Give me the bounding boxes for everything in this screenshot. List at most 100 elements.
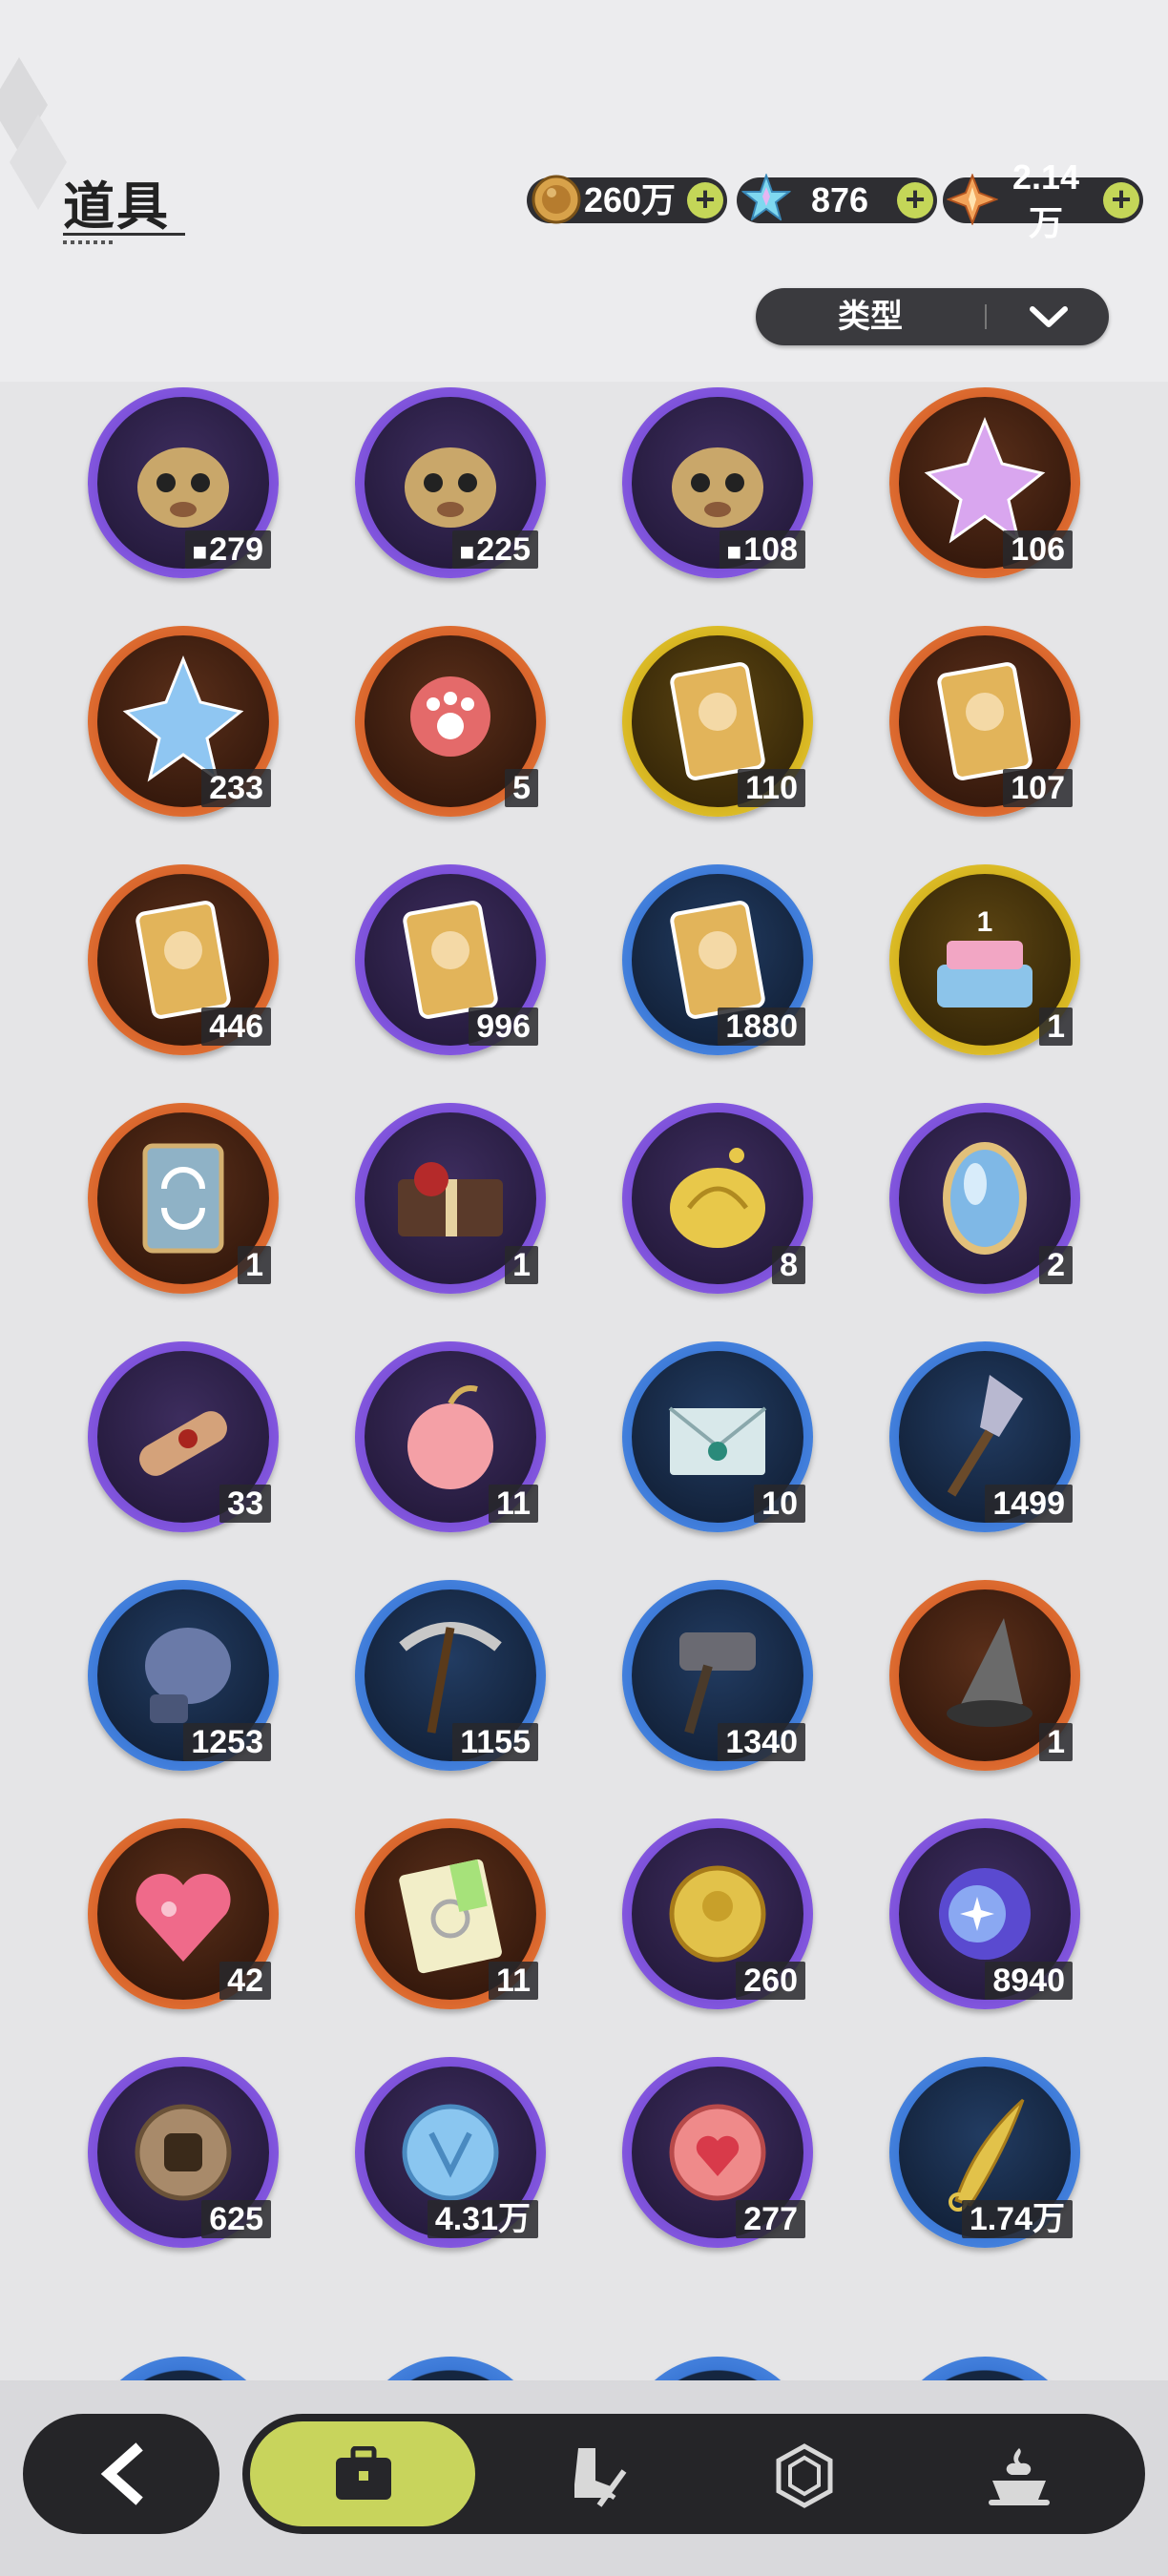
currency-crystal-value: 876: [810, 180, 869, 219]
item-count: 233: [201, 769, 271, 807]
item-count: 446: [201, 1008, 271, 1046]
page-title: 道具: [63, 178, 170, 236]
item-count: 110: [738, 769, 805, 807]
item-count: 33: [219, 1485, 271, 1523]
item-slot-golden-shell[interactable]: 8: [622, 1103, 813, 1294]
add-crystal-button[interactable]: +: [897, 182, 933, 218]
item-slot-heart-gem[interactable]: 42: [88, 1818, 279, 2009]
page-header: 道具 260万 + 876 + 2.14万 + 类型: [0, 0, 1168, 382]
item-count: 11: [489, 1485, 538, 1523]
item-slot-bear-eyepatch-doll-fragment[interactable]: ■225: [355, 387, 546, 578]
item-slot-glove[interactable]: 1253: [88, 1580, 279, 1771]
item-count: 1340: [718, 1723, 805, 1761]
item-slot-fist-coin[interactable]: 625: [88, 2057, 279, 2248]
item-count: 5: [505, 769, 538, 807]
svg-text:1: 1: [977, 906, 993, 938]
item-count-value: 108: [743, 531, 798, 568]
filter-separator: [985, 304, 987, 329]
item-slot-hammer[interactable]: 1340: [622, 1580, 813, 1771]
tab-equipment[interactable]: [477, 2421, 702, 2526]
item-slot-next-row[interactable]: [622, 2357, 813, 2380]
item-count: 4.31万: [427, 2200, 538, 2238]
item-count: 1: [238, 1246, 271, 1284]
item-count: 10: [754, 1485, 805, 1523]
item-count-value: 225: [476, 531, 531, 568]
item-count: 106: [1003, 530, 1073, 569]
tab-materials[interactable]: [912, 2421, 1137, 2526]
rarity-ring: [88, 2357, 279, 2380]
currency-star-gem: 2.14万 +: [943, 157, 1143, 242]
item-slot-blue-crystal-star[interactable]: 233: [88, 626, 279, 817]
item-slot-rainbow-character-card[interactable]: 107: [889, 626, 1080, 817]
back-arrow-icon: [100, 2442, 143, 2505]
item-slot-magic-mirror[interactable]: 2: [889, 1103, 1080, 1294]
tab-items[interactable]: [250, 2421, 475, 2526]
title-dots: [63, 240, 115, 244]
hexagon-gem-icon: [776, 2443, 833, 2508]
item-slot-gold-character-card[interactable]: 110: [622, 626, 813, 817]
item-slot-rainbow-ticket[interactable]: 11: [355, 1818, 546, 2009]
puzzle-piece-icon: ■: [459, 537, 475, 566]
currency-star-gem-value: 2.14万: [1012, 157, 1080, 242]
rarity-ring: [355, 2357, 546, 2380]
star-gem-icon: [947, 174, 998, 225]
item-slot-pink-apple[interactable]: 11: [355, 1341, 546, 1532]
item-slot-red-heart-coin[interactable]: 277: [622, 2057, 813, 2248]
rarity-ring: [622, 2357, 813, 2380]
item-slot-gold-football-coin[interactable]: 260: [622, 1818, 813, 2009]
back-button[interactable]: [23, 2414, 219, 2534]
item-slot-birthday-cake[interactable]: 11: [889, 864, 1080, 1055]
item-count: ■225: [451, 530, 538, 569]
item-slot-moon-star-orb[interactable]: 8940: [889, 1818, 1080, 2009]
item-count: 1: [505, 1246, 538, 1284]
item-count: 1155: [452, 1723, 538, 1761]
item-slot-blue-character-card[interactable]: 1880: [622, 864, 813, 1055]
item-slot-drill[interactable]: 1: [889, 1580, 1080, 1771]
crystal-icon: [740, 174, 792, 222]
item-count: 1253: [183, 1723, 271, 1761]
cream-dessert-icon: [989, 2448, 1050, 2505]
item-count: 2: [1039, 1246, 1073, 1284]
item-slot-golden-blade[interactable]: 1.74万: [889, 2057, 1080, 2248]
item-slot-scroll[interactable]: 33: [88, 1341, 279, 1532]
item-count-value: 279: [209, 531, 263, 568]
item-slot-pink-crystal-star[interactable]: 106: [889, 387, 1080, 578]
item-slot-blue-emblem-coin[interactable]: 4.31万: [355, 2057, 546, 2248]
item-count: 8940: [985, 1962, 1073, 2000]
add-gold-button[interactable]: +: [687, 182, 723, 218]
item-count: 1: [1039, 1008, 1073, 1046]
item-count: 1: [1039, 1723, 1073, 1761]
type-filter-label: 类型: [838, 299, 903, 335]
item-slot-gift-box[interactable]: 1: [355, 1103, 546, 1294]
item-count: 625: [201, 2200, 271, 2238]
item-slot-next-row[interactable]: [889, 2357, 1080, 2380]
add-star-gem-button[interactable]: +: [1103, 182, 1139, 218]
currency-crystal: 876 +: [737, 174, 937, 223]
puzzle-piece-icon: ■: [192, 537, 208, 566]
item-grid: ■279 ■225 ■108 106 233 5 110 107 446 996 1880 1 1 1 1 8…: [0, 382, 1168, 2380]
item-slot-next-row[interactable]: [355, 2357, 546, 2380]
item-slot-green-bow-doll-fragment[interactable]: ■279: [88, 387, 279, 578]
tab-gems[interactable]: [687, 2421, 912, 2526]
item-slot-paw-pendant[interactable]: 5: [355, 626, 546, 817]
item-slot-next-row[interactable]: [88, 2357, 279, 2380]
item-count: 107: [1003, 769, 1073, 807]
currency-gold-value: 260万: [583, 180, 677, 219]
item-count: 11: [489, 1962, 538, 2000]
item-slot-exchange-card[interactable]: 1: [88, 1103, 279, 1294]
item-slot-letter[interactable]: 10: [622, 1341, 813, 1532]
briefcase-icon: [336, 2446, 391, 2500]
item-slot-purple-character-card[interactable]: 996: [355, 864, 546, 1055]
item-count: ■108: [719, 530, 805, 569]
rarity-ring: [889, 2357, 1080, 2380]
item-count: 996: [469, 1008, 538, 1046]
item-count: 1.74万: [961, 2200, 1073, 2238]
type-filter-dropdown[interactable]: 类型: [756, 288, 1109, 345]
item-count: 260: [736, 1962, 805, 2000]
gold-coin-icon: [532, 175, 581, 224]
item-slot-shovel[interactable]: 1499: [889, 1341, 1080, 1532]
item-slot-pickaxe[interactable]: 1155: [355, 1580, 546, 1771]
item-slot-yellow-bird-doll-fragment[interactable]: ■108: [622, 387, 813, 578]
item-slot-orange-character-card[interactable]: 446: [88, 864, 279, 1055]
title-underline: [63, 233, 185, 236]
